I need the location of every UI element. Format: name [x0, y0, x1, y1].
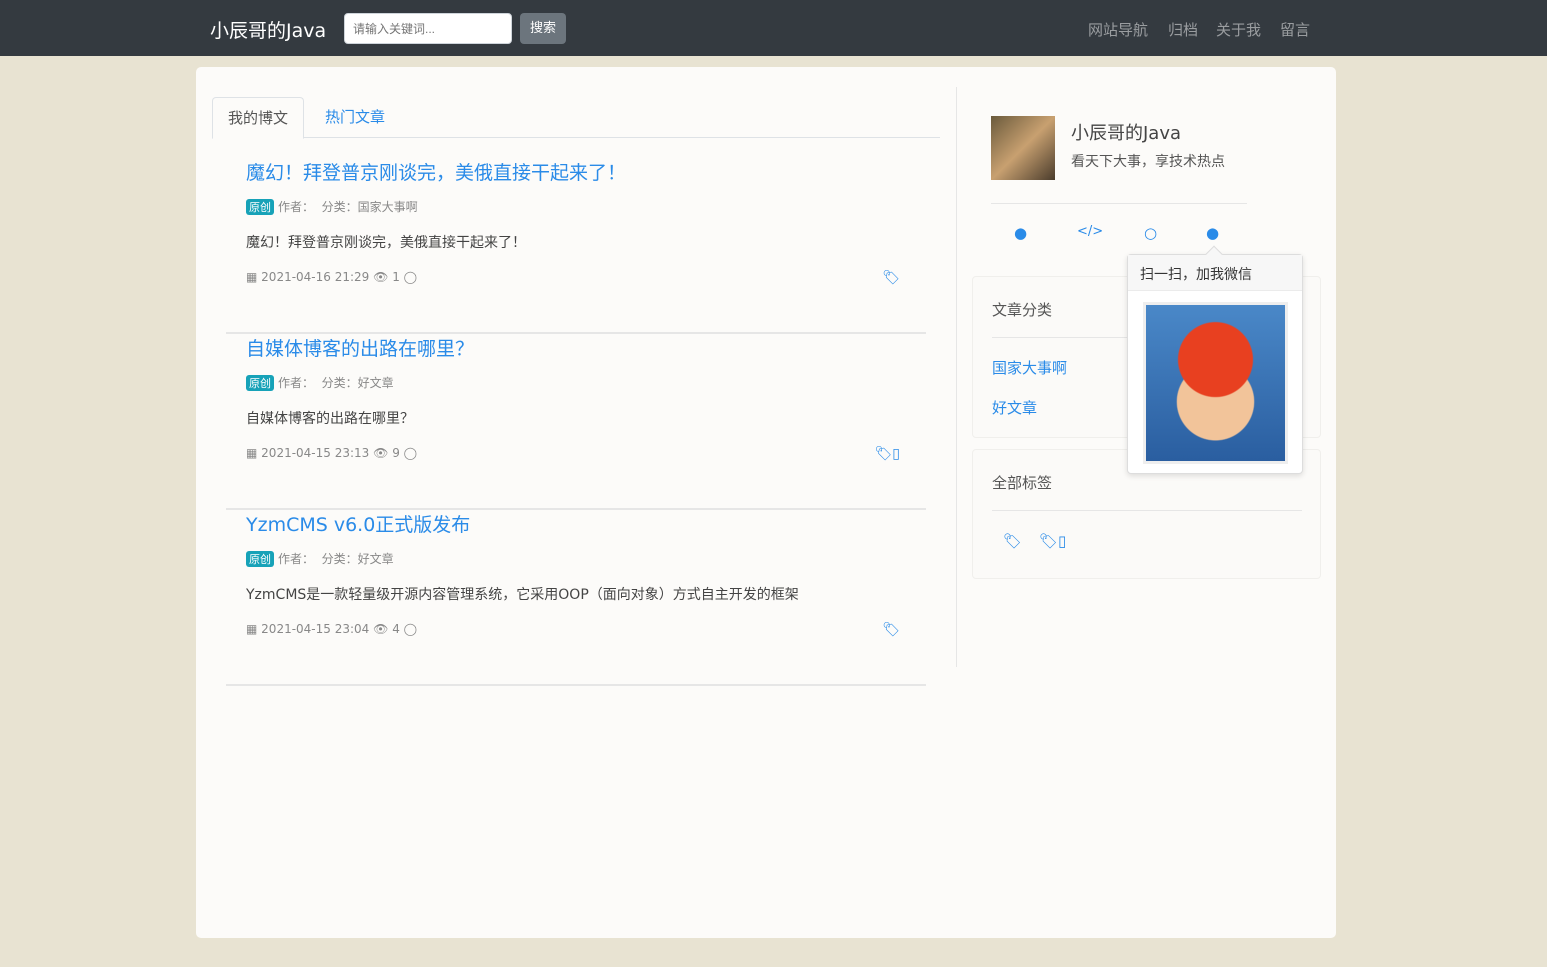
post-summary: YzmCMS是一款轻量级开源内容管理系统，它采用OOP（面向对象）方式自主开发的…	[246, 587, 799, 603]
post-tag[interactable]: 🏷▯	[875, 446, 901, 462]
post-tag[interactable]: 🏷	[882, 270, 900, 286]
navbar: 小辰哥的Java 搜索 网站导航 归档 关于我 留言	[0, 0, 1547, 56]
post-title[interactable]: YzmCMS v6.0正式版发布	[246, 510, 470, 537]
category: 分类：国家大事啊	[321, 200, 418, 214]
post-info: ▦ 2021-04-15 23:13 👁 9 ◯	[246, 446, 417, 460]
wechat-qr-image	[1143, 302, 1288, 464]
author: 作者：	[278, 200, 315, 214]
tag-label: ▯	[1058, 532, 1067, 550]
post-date: 2021-04-16 21:29	[261, 270, 370, 284]
original-badge: 原创	[246, 375, 274, 391]
post-info: ▦ 2021-04-16 21:29 👁 1 ◯	[246, 270, 417, 284]
column-divider	[956, 87, 957, 667]
post-date: 2021-04-15 23:13	[261, 446, 370, 460]
profile-description: 看天下大事，享技术热点	[1071, 154, 1225, 170]
github-icon[interactable]: ●	[1014, 224, 1027, 242]
tag-icon: 🏷	[882, 270, 900, 286]
tag-icon: 🏷	[882, 622, 900, 638]
nav-site-nav[interactable]: 网站导航	[1088, 19, 1148, 40]
post-meta: 原创 作者： 分类：好文章	[246, 550, 394, 567]
avatar	[991, 116, 1055, 180]
tag-icon: 🏷	[1003, 532, 1023, 550]
post-tag[interactable]: 🏷	[882, 622, 900, 638]
view-count: 9	[392, 446, 400, 460]
author: 作者：	[278, 552, 315, 566]
post-item: 自媒体博客的出路在哪里？ 原创 作者： 分类：好文章 自媒体博客的出路在哪里？ ▦…	[226, 334, 926, 510]
tag-link[interactable]: 🏷▯	[1039, 532, 1066, 550]
comment-icon: ◯	[403, 446, 418, 460]
nav-archive[interactable]: 归档	[1168, 19, 1198, 40]
tag-icon: 🏷	[1039, 532, 1059, 550]
eye-icon: 👁	[373, 270, 389, 284]
post-item: 魔幻！拜登普京刚谈完，美俄直接干起来了！ 原创 作者： 分类：国家大事啊 魔幻！拜…	[226, 158, 926, 334]
search-button[interactable]: 搜索	[520, 13, 566, 44]
post-item: YzmCMS v6.0正式版发布 原创 作者： 分类：好文章 YzmCMS是一款轻…	[226, 510, 926, 686]
post-title[interactable]: 魔幻！拜登普京刚谈完，美俄直接干起来了！	[246, 158, 626, 185]
category-title: 文章分类	[992, 301, 1053, 319]
tab-hot-posts[interactable]: 热门文章	[310, 97, 400, 138]
original-badge: 原创	[246, 199, 274, 215]
tag-icon: 🏷	[874, 446, 893, 462]
calendar-icon: ▦	[246, 622, 258, 636]
original-badge: 原创	[246, 551, 274, 567]
divider	[991, 203, 1247, 204]
tab-my-posts[interactable]: 我的博文	[212, 97, 305, 139]
search-input[interactable]	[344, 13, 512, 44]
tags-title: 全部标签	[992, 474, 1053, 492]
wechat-popover: 扫一扫，加我微信	[1127, 254, 1303, 474]
divider	[992, 510, 1302, 511]
view-count: 4	[392, 622, 400, 636]
comment-icon: ◯	[403, 622, 418, 636]
post-meta: 原创 作者： 分类：国家大事啊	[246, 198, 418, 215]
nav-about[interactable]: 关于我	[1216, 19, 1261, 40]
post-date: 2021-04-15 23:04	[261, 622, 370, 636]
view-count: 1	[392, 270, 400, 284]
category-link[interactable]: 国家大事啊	[992, 357, 1067, 378]
post-title[interactable]: 自媒体博客的出路在哪里？	[246, 334, 474, 361]
post-info: ▦ 2021-04-15 23:04 👁 4 ◯	[246, 622, 417, 636]
brand-logo[interactable]: 小辰哥的Java	[210, 16, 326, 43]
post-summary: 魔幻！拜登普京刚谈完，美俄直接干起来了！	[246, 235, 526, 251]
tag-label: ▯	[892, 446, 900, 462]
tab-bar: 我的博文 热门文章	[212, 97, 940, 139]
comment-icon: ◯	[403, 270, 418, 284]
eye-icon: 👁	[373, 622, 389, 636]
author: 作者：	[278, 376, 315, 390]
category-link[interactable]: 好文章	[992, 397, 1037, 418]
category: 分类：好文章	[321, 376, 394, 390]
post-meta: 原创 作者： 分类：好文章	[246, 374, 394, 391]
tag-link[interactable]: 🏷	[1003, 532, 1022, 550]
calendar-icon: ▦	[246, 446, 258, 460]
wechat-icon[interactable]: ●	[1206, 224, 1219, 242]
eye-icon: 👁	[373, 446, 389, 460]
code-icon[interactable]: </>	[1077, 224, 1103, 239]
post-summary: 自媒体博客的出路在哪里？	[246, 411, 414, 427]
category: 分类：好文章	[321, 552, 394, 566]
qq-icon[interactable]: ○	[1144, 224, 1157, 242]
calendar-icon: ▦	[246, 270, 258, 284]
profile-name: 小辰哥的Java	[1071, 123, 1182, 144]
nav-message[interactable]: 留言	[1280, 19, 1310, 40]
